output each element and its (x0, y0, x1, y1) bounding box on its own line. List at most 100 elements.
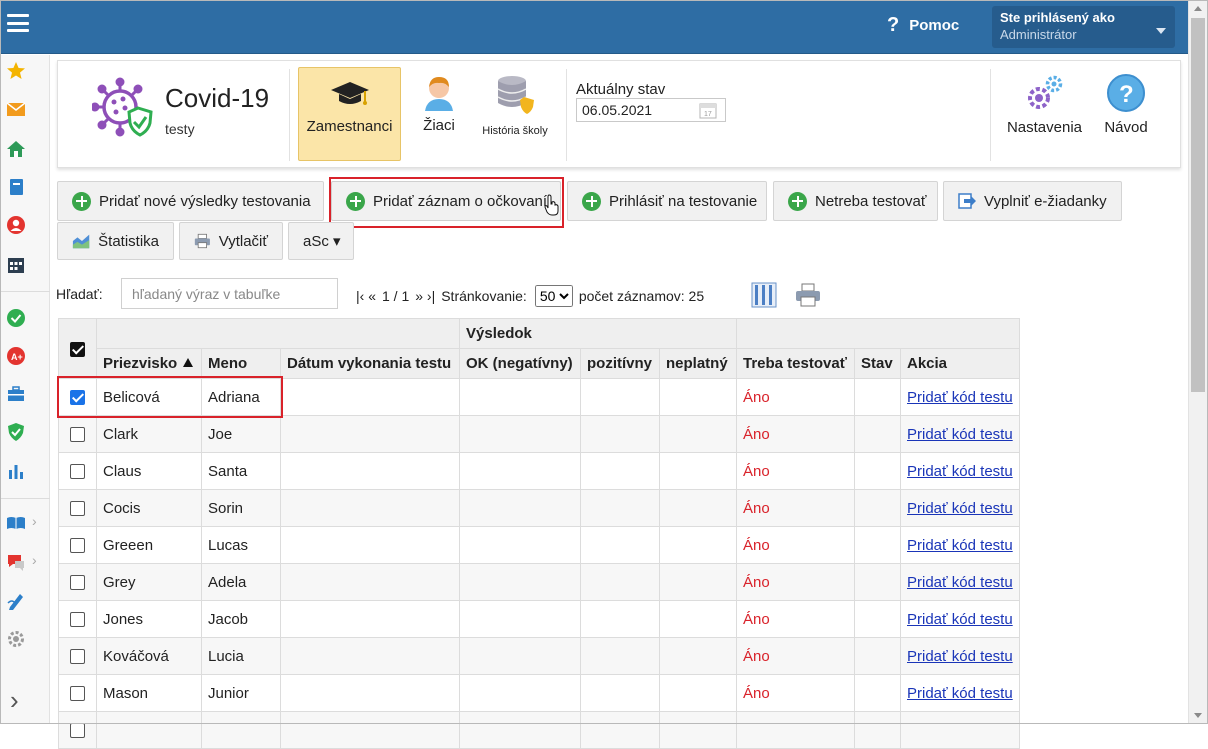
briefcase-icon[interactable] (6, 384, 26, 404)
cell-need-test: Áno (736, 378, 855, 416)
cell-action[interactable]: Pridať kód testu (900, 563, 1020, 601)
cell-status (854, 711, 901, 749)
cell-action[interactable]: Pridať kód testu (900, 526, 1020, 564)
row-select-cell (58, 711, 97, 749)
cell-ok (459, 600, 581, 638)
guide-button[interactable]: ? Návod (1096, 67, 1156, 161)
row-checkbox[interactable] (70, 686, 85, 702)
chevron-right-icon[interactable]: › (10, 685, 19, 716)
gear-icon (1027, 75, 1062, 109)
scroll-up-icon[interactable] (1194, 6, 1202, 11)
add-results-button[interactable]: Pridať nové výsledky testovania (57, 181, 324, 221)
table-row: Cocis Sorin Áno Pridať kód testu (58, 489, 1020, 527)
scroll-down-icon[interactable] (1194, 713, 1202, 718)
row-checkbox[interactable] (70, 575, 85, 591)
chevron-right-icon[interactable]: › (32, 513, 37, 529)
mail-icon[interactable] (6, 99, 26, 119)
tab-historia-label: História školy (482, 125, 548, 137)
fill-requests-button[interactable]: Vyplniť e-žiadanky (943, 181, 1122, 221)
page-size-select[interactable]: 50 (534, 285, 573, 307)
cell-need-test: Áno (736, 415, 855, 453)
asc-menu-button[interactable]: aSc ▾ (288, 222, 354, 260)
date-field[interactable]: 06.05.2021 17 (576, 98, 726, 122)
register-testing-button[interactable]: Prihlásiť na testovanie (567, 181, 767, 221)
tab-ziaci-label: Žiaci (423, 117, 455, 134)
row-checkbox[interactable] (70, 464, 85, 480)
columns-icon[interactable] (750, 281, 778, 309)
shield-icon[interactable] (6, 422, 26, 442)
cell-action[interactable]: Pridať kód testu (900, 637, 1020, 675)
notebook-icon[interactable] (6, 177, 26, 197)
row-select-cell (58, 415, 97, 453)
chevron-right-icon[interactable]: › (32, 552, 37, 568)
cell-need-test: Áno (736, 563, 855, 601)
row-checkbox[interactable] (70, 427, 85, 443)
svg-text:A+: A+ (11, 352, 23, 362)
col-invalid[interactable]: neplatný (659, 348, 737, 379)
vertical-scrollbar[interactable] (1188, 0, 1207, 724)
cell-action[interactable]: Pridať kód testu (900, 489, 1020, 527)
cell-surname: Claus (96, 452, 202, 490)
pager-next-last[interactable]: » ›| (415, 288, 435, 304)
row-checkbox[interactable] (70, 390, 85, 406)
star-icon[interactable] (6, 61, 26, 81)
chat-icon[interactable] (6, 552, 26, 572)
col-ok[interactable]: OK (negatívny) (459, 348, 581, 379)
select-all-checkbox[interactable] (70, 341, 85, 357)
gear-icon[interactable] (6, 629, 26, 649)
user-menu[interactable]: Ste prihlásený ako Administrátor (992, 6, 1175, 48)
tab-historia-skoly[interactable]: História školy (478, 67, 552, 161)
col-status[interactable]: Stav (854, 348, 901, 379)
print-button[interactable]: Vytlačiť (179, 222, 283, 260)
row-checkbox[interactable] (70, 723, 85, 739)
row-select-cell (58, 378, 97, 416)
row-checkbox[interactable] (70, 649, 85, 665)
plus-icon (346, 191, 365, 211)
check-icon[interactable] (6, 308, 26, 328)
cell-action[interactable]: Pridať kód testu (900, 452, 1020, 490)
guide-label: Návod (1104, 119, 1148, 136)
pager-first-prev[interactable]: |‹ « (356, 288, 376, 304)
col-positive[interactable]: pozitívny (580, 348, 660, 379)
book-icon[interactable] (6, 513, 26, 533)
chevron-down-icon (1156, 28, 1166, 34)
home-icon[interactable] (6, 139, 26, 159)
pen-icon[interactable] (6, 591, 26, 611)
col-surname[interactable]: Priezvisko (96, 348, 202, 379)
cell-action[interactable]: Pridať kód testu (900, 674, 1020, 712)
row-checkbox[interactable] (70, 501, 85, 517)
print-table-icon[interactable] (795, 283, 821, 307)
cell-positive (580, 563, 660, 601)
col-date[interactable]: Dátum vykonania testu (280, 348, 460, 379)
cell-action[interactable]: Pridať kód testu (900, 415, 1020, 453)
user-icon[interactable] (6, 215, 26, 235)
settings-button[interactable]: Nastavenia (1002, 67, 1087, 161)
cell-action[interactable] (900, 711, 1020, 749)
row-checkbox[interactable] (70, 612, 85, 628)
tab-zamestnanci-label: Zamestnanci (306, 118, 393, 135)
cell-action[interactable]: Pridať kód testu (900, 600, 1020, 638)
cell-action[interactable]: Pridať kód testu (900, 378, 1020, 416)
search-input[interactable] (121, 278, 338, 309)
bar-chart-icon[interactable] (6, 461, 26, 481)
col-action[interactable]: Akcia (900, 348, 1020, 379)
tab-ziaci[interactable]: Žiaci (410, 67, 468, 161)
menu-icon[interactable] (7, 14, 29, 34)
scroll-thumb[interactable] (1191, 18, 1205, 392)
cell-date (280, 674, 460, 712)
col-name[interactable]: Meno (201, 348, 281, 379)
statistics-button[interactable]: Štatistika (57, 222, 174, 260)
help-button[interactable]: ? Pomoc (887, 14, 959, 37)
grade-icon[interactable]: A+ (6, 346, 26, 366)
add-vaccination-button[interactable]: Pridať záznam o očkovaní (331, 181, 561, 221)
row-checkbox[interactable] (70, 538, 85, 554)
cell-status (854, 637, 901, 675)
col-surname-label: Priezvisko (103, 355, 178, 372)
calendar-icon[interactable] (6, 255, 26, 275)
plus-icon (788, 191, 807, 211)
cell-name: Joe (201, 415, 281, 453)
no-testing-button[interactable]: Netreba testovať (773, 181, 938, 221)
tab-zamestnanci[interactable]: Zamestnanci (298, 67, 401, 161)
col-need-test[interactable]: Treba testovať (736, 348, 855, 379)
calendar-icon[interactable]: 17 (699, 101, 717, 119)
